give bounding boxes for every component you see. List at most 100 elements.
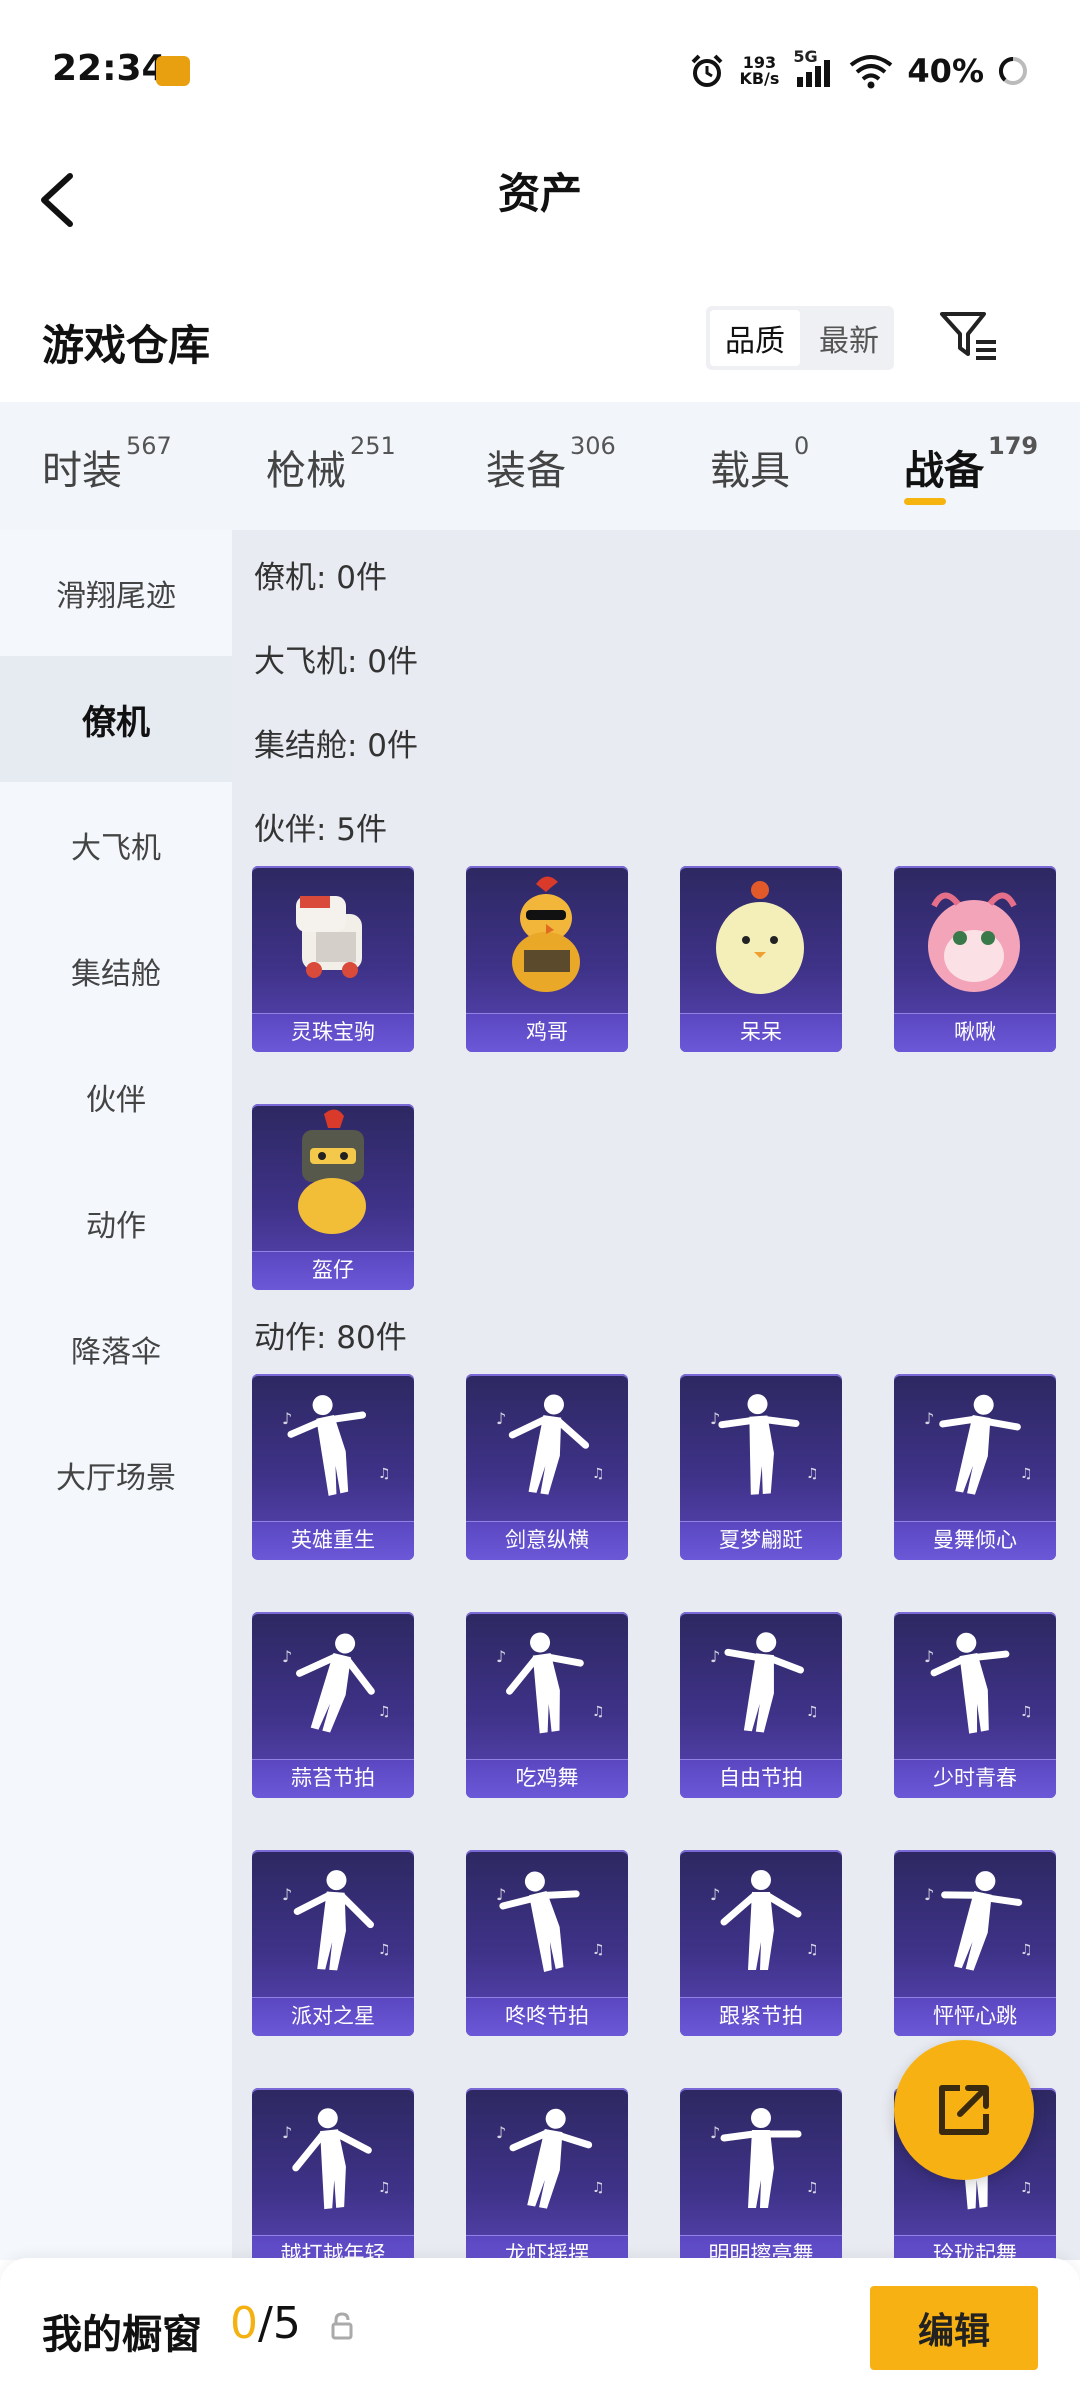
tab-fashion[interactable]: 时装567 [42,432,172,508]
group-label-big-plane: 大飞机: 0件 [254,644,419,680]
dance-figure: ♪♫ [496,2108,605,2209]
svg-text:♫: ♫ [592,1704,605,1720]
showcase-count: 0/5 [230,2298,301,2349]
filter-icon[interactable] [938,308,1000,364]
svg-text:♫: ♫ [592,1466,605,1482]
bottom-bar: 我的橱窗 0/5 编辑 [0,2258,1080,2400]
sort-by-quality[interactable]: 品质 [710,310,800,366]
dance-figure: ♪♫ [924,1871,1033,1971]
partner-card[interactable]: 啾啾 [894,866,1056,1052]
action-card[interactable]: ♪ ♫ 夏梦翩跹 [680,1374,842,1560]
svg-text:♪: ♪ [282,1409,292,1428]
svg-text:♫: ♫ [592,1942,605,1958]
tab-war-prep[interactable]: 战备179 [904,432,1038,508]
dance-figure: ♪♫ [924,1394,1033,1495]
svg-text:♪: ♪ [924,1409,934,1428]
svg-text:♫: ♫ [1020,1466,1033,1482]
showcase-title: 我的橱窗 [42,2312,202,2358]
sidebar-item-parachute[interactable]: 降落伞 [0,1286,232,1412]
wifi-icon [850,55,893,89]
app-icon [156,56,190,86]
tab-equipment[interactable]: 装备306 [486,432,616,508]
action-card[interactable]: ♪ ♫ 咚咚节拍 [466,1850,628,2036]
svg-text:♪: ♪ [924,1885,934,1904]
svg-text:♫: ♫ [806,1704,819,1720]
svg-text:♫: ♫ [1020,2180,1033,2196]
lock-icon [331,2312,353,2340]
action-card[interactable]: ♪ ♫ 龙虾摇摆 [466,2088,628,2260]
partner-figure [512,876,580,992]
partner-figure [298,1109,366,1234]
svg-text:♪: ♪ [496,2123,506,2142]
partner-card[interactable]: 鸡哥 [466,866,628,1052]
svg-text:♪: ♪ [496,1409,506,1428]
partner-card[interactable]: 呆呆 [680,866,842,1052]
svg-text:♪: ♪ [710,1409,720,1428]
dance-figure: ♪♫ [710,2108,819,2208]
dance-figure: ♪♫ [282,1870,391,1971]
dance-figure: ♪♫ [282,1633,391,1733]
group-label-assembly-pod: 集结舱: 0件 [254,728,419,764]
svg-text:♪: ♪ [282,2123,292,2142]
sort-by-newest[interactable]: 最新 [804,306,894,370]
dance-figure: ♪♫ [924,1632,1033,1734]
svg-text:♫: ♫ [806,1942,819,1958]
sidebar-item-assembly-pod[interactable]: 集结舱 [0,908,232,1034]
action-card[interactable]: ♪ ♫ 曼舞倾心 [894,1374,1056,1560]
status-time: 22:34 [52,48,167,89]
signal-icon: 5G [793,47,835,91]
page-title: 资产 [497,169,582,218]
svg-text:♫: ♫ [378,2180,391,2196]
action-card[interactable]: ♪ ♫ 少时青春 [894,1612,1056,1798]
edit-button[interactable]: 编辑 [870,2286,1038,2370]
action-card[interactable]: ♪ ♫ 跟紧节拍 [680,1850,842,2036]
dance-figure: ♪♫ [282,1395,391,1496]
action-card[interactable]: ♪ ♫ 吃鸡舞 [466,1612,628,1798]
svg-text:♪: ♪ [282,1885,292,1904]
partner-card[interactable]: 灵珠宝驹 [252,866,414,1052]
share-float-button[interactable] [894,2040,1034,2180]
dance-figure: ♪♫ [710,1632,819,1733]
title-bar: 资产 [0,140,1080,290]
dance-figure: ♪♫ [496,1394,605,1495]
svg-text:♫: ♫ [378,1942,391,1958]
svg-text:♫: ♫ [378,1466,391,1482]
action-card[interactable]: ♪ ♫ 英雄重生 [252,1374,414,1560]
partner-card[interactable]: 盔仔 [252,1104,414,1290]
action-card[interactable]: ♪ ♫ 派对之星 [252,1850,414,2036]
sidebar-item-action[interactable]: 动作 [0,1160,232,1286]
sidebar-item-partner[interactable]: 伙伴 [0,1034,232,1160]
sort-toggle: 品质 最新 [706,306,894,370]
battery-icon [998,56,1027,85]
svg-text:♫: ♫ [378,1704,391,1720]
dance-figure: ♪♫ [282,2108,391,2210]
svg-text:♫: ♫ [592,2180,605,2196]
status-bar: 22:34 193 KB/s 5G 40% [0,0,1080,140]
sidebar-item-wingman[interactable]: 僚机 [0,656,232,782]
dance-figure: ♪♫ [710,1870,819,1970]
section-title: 游戏仓库 [42,321,211,370]
active-tab-indicator [904,498,946,505]
group-label-wingman: 僚机: 0件 [254,560,388,596]
svg-text:♫: ♫ [1020,1704,1033,1720]
tab-vehicles[interactable]: 载具0 [710,432,809,508]
svg-text:♪: ♪ [496,1647,506,1666]
partner-figure [296,896,362,978]
alarm-icon [692,54,723,87]
action-card[interactable]: ♪ ♫ 剑意纵横 [466,1374,628,1560]
partner-figure [716,881,804,994]
sidebar-item-big-plane[interactable]: 大飞机 [0,782,232,908]
svg-text:♪: ♪ [924,1647,934,1666]
action-card[interactable]: ♪ ♫ 自由节拍 [680,1612,842,1798]
svg-text:♪: ♪ [710,1885,720,1904]
action-card[interactable]: ♪ ♫ 越打越年轻 [252,2088,414,2260]
svg-text:♪: ♪ [496,1885,506,1904]
action-card[interactable]: ♪ ♫ 蒜苔节拍 [252,1612,414,1798]
tab-guns[interactable]: 枪械251 [266,432,396,508]
content-panel: 僚机: 0件 大飞机: 0件 集结舱: 0件 伙伴: 5件 灵珠宝驹 鸡哥 呆呆… [232,530,1080,2260]
action-card[interactable]: ♪ ♫ 明明擦亮舞 [680,2088,842,2260]
sidebar-item-lobby-scene[interactable]: 大厅场景 [0,1412,232,1538]
sidebar-item-glide-trail[interactable]: 滑翔尾迹 [0,530,232,656]
action-card[interactable]: ♪ ♫ 怦怦心跳 [894,1850,1056,2036]
svg-text:♪: ♪ [282,1647,292,1666]
